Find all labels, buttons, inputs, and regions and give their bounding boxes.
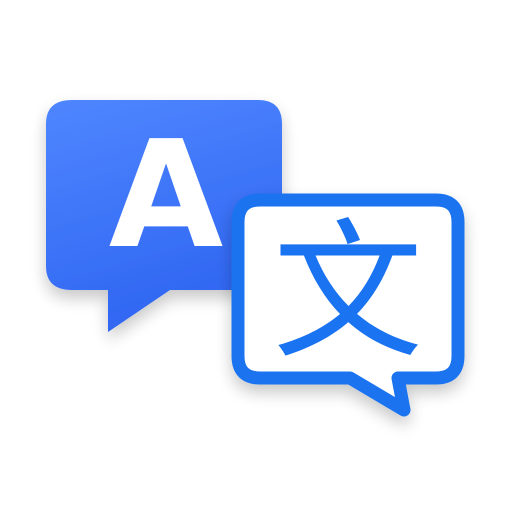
target-glyph: 文 <box>273 206 423 380</box>
translate-app-icon: A 文 <box>0 0 512 512</box>
source-glyph: A <box>109 109 224 281</box>
translate-icon: A 文 <box>46 100 465 417</box>
